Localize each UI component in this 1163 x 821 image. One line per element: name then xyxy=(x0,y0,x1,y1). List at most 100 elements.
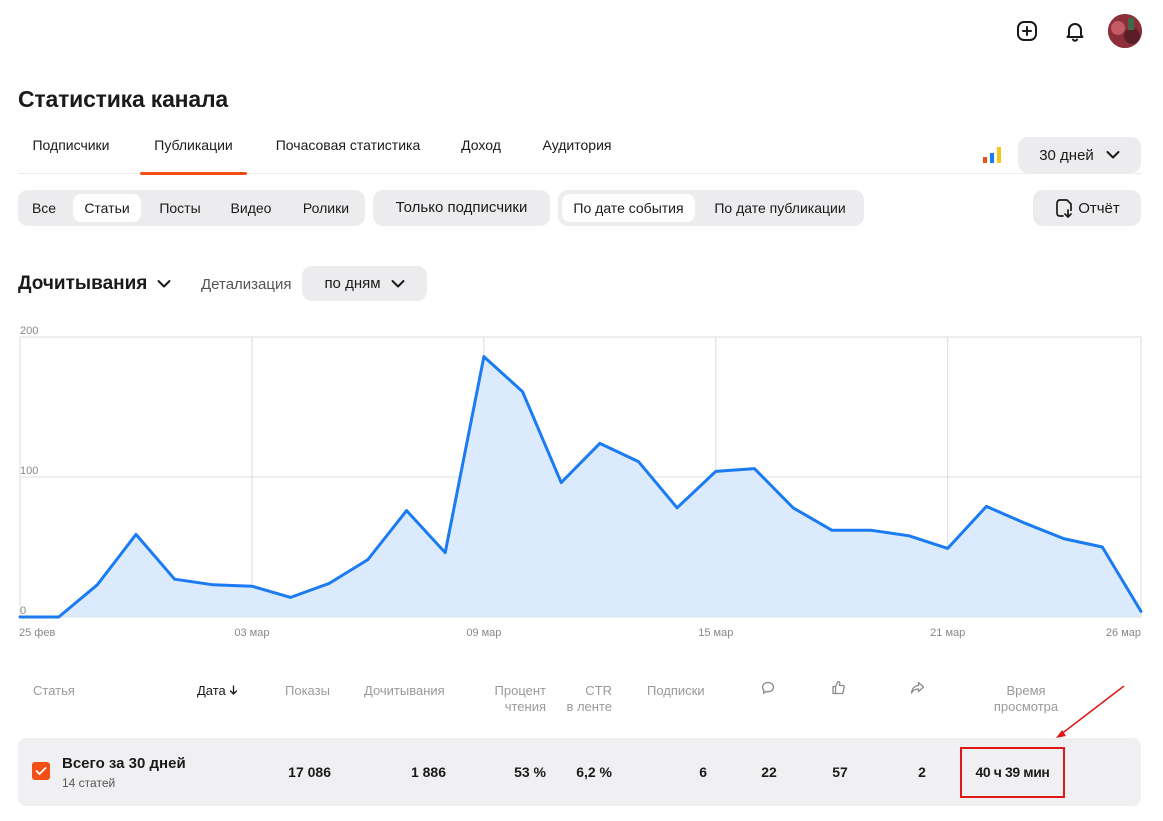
page-title: Статистика канала xyxy=(18,86,228,112)
chart-data-point xyxy=(250,584,254,588)
total-subscriptions: 6 xyxy=(699,764,707,780)
chart-data-point xyxy=(57,615,61,619)
chart-data-point xyxy=(675,506,679,510)
annotation-highlight-box xyxy=(960,747,1065,798)
chart-data-point xyxy=(559,481,563,485)
chevron-down-icon xyxy=(1106,151,1120,159)
plus-square-icon xyxy=(1017,21,1037,41)
total-ctr: 6,2 % xyxy=(576,764,612,780)
filter-by-publish-date[interactable]: По дате публикации xyxy=(700,194,860,222)
reads-chart: 0 100 200 25 фев 03 мар 09 мар 15 мар 21 мар 26 … xyxy=(18,325,1143,639)
notifications-button[interactable] xyxy=(1060,16,1090,46)
arrow-down-icon xyxy=(230,685,238,695)
date-mode-filter: По дате события По дате публикации xyxy=(558,190,864,226)
col-likes[interactable] xyxy=(831,680,846,699)
filter-video[interactable]: Видео xyxy=(220,194,282,222)
col-article[interactable]: Статья xyxy=(33,683,75,699)
col-ctr-line1: CTR xyxy=(585,683,612,698)
chart-x-tick-label: 03 мар xyxy=(234,627,269,639)
chart-data-point xyxy=(18,615,22,619)
col-ctr[interactable]: CTR в ленте xyxy=(558,683,612,715)
annotation-arrow-icon xyxy=(1056,685,1125,738)
chart-data-point xyxy=(289,595,293,599)
filter-shorts[interactable]: Ролики xyxy=(292,194,360,222)
bell-icon xyxy=(1066,23,1084,42)
filter-posts[interactable]: Посты xyxy=(148,194,212,222)
chart-y-tick-label: 200 xyxy=(20,325,38,337)
filter-all[interactable]: Все xyxy=(22,194,66,222)
chart-y-tick-label: 100 xyxy=(20,465,38,477)
tab-audience[interactable]: Аудитория xyxy=(532,128,622,174)
col-read-percent[interactable]: Процент чтения xyxy=(480,683,546,715)
thumb-up-icon xyxy=(832,680,845,695)
col-ctr-line2: в ленте xyxy=(566,699,612,714)
total-row-subtitle: 14 статей xyxy=(62,776,116,790)
filter-by-event-date[interactable]: По дате события xyxy=(562,194,695,222)
detail-label: Детализация xyxy=(201,276,292,293)
filter-articles[interactable]: Статьи xyxy=(73,194,141,222)
col-comments[interactable] xyxy=(761,681,775,699)
chart-y-tick-label: 0 xyxy=(20,605,26,617)
chart-data-point xyxy=(598,441,602,445)
total-reads: 1 886 xyxy=(410,764,446,780)
chart-data-point xyxy=(714,469,718,473)
chart-data-point xyxy=(1062,537,1066,541)
chart-data-point xyxy=(482,355,486,359)
comment-icon xyxy=(761,681,775,694)
stats-tabs: Подписчики Публикации Почасовая статисти… xyxy=(18,128,1141,175)
chart-data-point xyxy=(752,467,756,471)
total-impressions: 17 086 xyxy=(288,764,331,780)
create-button[interactable] xyxy=(1012,16,1042,46)
col-read-percent-line2: чтения xyxy=(504,699,546,714)
col-impressions[interactable]: Показы xyxy=(285,683,330,699)
chart-data-point xyxy=(830,528,834,532)
tab-hourly-stats[interactable]: Почасовая статистика xyxy=(264,128,432,174)
col-read-percent-line1: Процент xyxy=(494,683,546,698)
chart-data-point xyxy=(211,583,215,587)
col-date[interactable]: Дата xyxy=(197,683,238,699)
checkmark-icon xyxy=(35,767,47,775)
col-reads[interactable]: Дочитывания xyxy=(364,683,445,699)
col-shares[interactable] xyxy=(910,681,925,699)
tab-subscribers[interactable]: Подписчики xyxy=(18,128,124,174)
avatar[interactable] xyxy=(1108,14,1142,48)
chart-data-point xyxy=(868,528,872,532)
detail-value: по дням xyxy=(324,275,381,292)
chart-data-point xyxy=(405,509,409,513)
chart-data-point xyxy=(1100,545,1104,549)
period-dropdown[interactable]: 30 дней xyxy=(1018,137,1141,173)
share-icon xyxy=(910,681,925,694)
chart-data-point xyxy=(1139,609,1143,613)
subscribers-only-label: Только подписчики xyxy=(395,199,528,216)
total-read-percent: 53 % xyxy=(514,764,546,780)
chart-x-tick-label: 26 мар xyxy=(1106,627,1141,639)
chart-data-point xyxy=(134,532,138,536)
chart-data-point xyxy=(1023,521,1027,525)
chart-x-tick-label: 15 мар xyxy=(698,627,733,639)
total-likes: 57 xyxy=(832,764,848,780)
chart-x-tick-label: 09 мар xyxy=(466,627,501,639)
metric-dropdown[interactable]: Дочитывания xyxy=(18,273,171,295)
tab-publications[interactable]: Публикации xyxy=(140,128,247,175)
period-label: 30 дней xyxy=(1039,146,1094,164)
col-subscriptions[interactable]: Подписки xyxy=(647,683,705,699)
chart-data-point xyxy=(95,583,99,587)
report-button[interactable]: Отчёт xyxy=(1033,190,1141,226)
chart-data-point xyxy=(946,546,950,550)
chart-data-point xyxy=(327,581,331,585)
total-row-checkbox[interactable] xyxy=(32,762,50,780)
subscribers-only-toggle[interactable]: Только подписчики xyxy=(373,190,550,226)
tab-income[interactable]: Доход xyxy=(451,128,511,174)
chart-data-point xyxy=(521,390,525,394)
chart-area-fill xyxy=(20,356,1141,617)
chart-data-point xyxy=(173,577,177,581)
chart-data-point xyxy=(791,506,795,510)
chevron-down-icon xyxy=(157,280,171,288)
chart-data-point xyxy=(984,504,988,508)
chevron-down-icon xyxy=(391,279,405,287)
report-label: Отчёт xyxy=(1078,199,1120,217)
content-type-filter: Все Статьи Посты Видео Ролики xyxy=(18,190,365,226)
detail-dropdown[interactable]: по дням xyxy=(302,266,427,301)
col-date-label: Дата xyxy=(197,683,226,698)
bar-chart-icon[interactable] xyxy=(983,147,1001,163)
